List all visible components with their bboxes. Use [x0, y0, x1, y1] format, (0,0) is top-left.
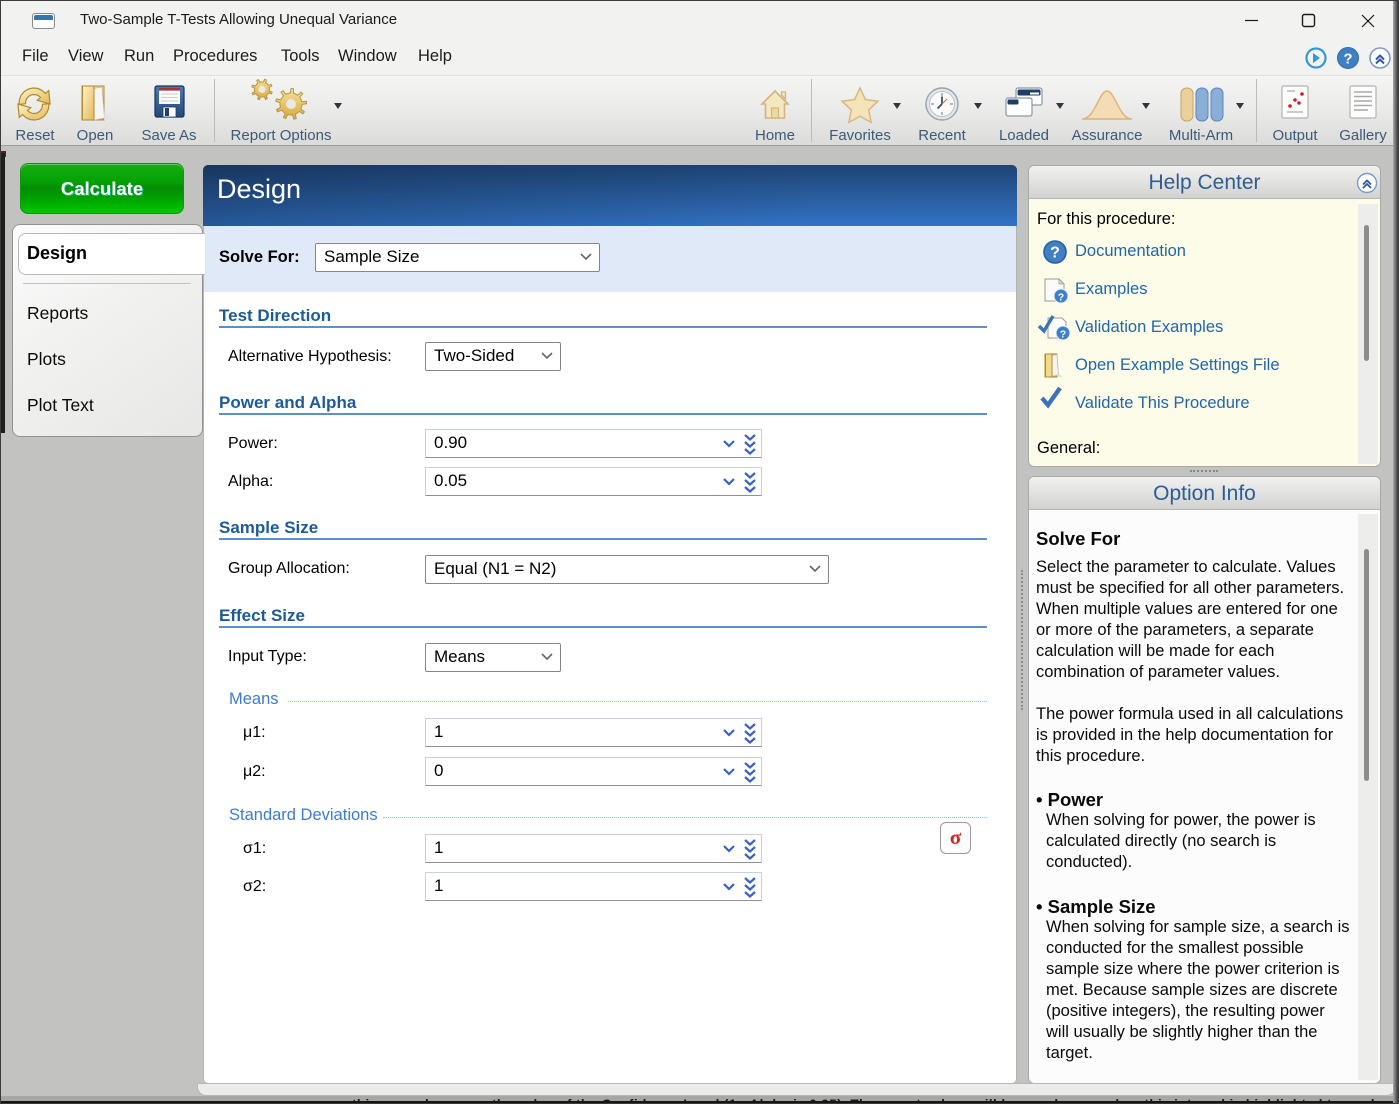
svg-text:?: ?: [1343, 51, 1352, 68]
svg-text:?: ?: [1050, 245, 1060, 262]
svg-text:?: ?: [1060, 329, 1066, 341]
svg-text:?: ?: [1058, 292, 1064, 304]
